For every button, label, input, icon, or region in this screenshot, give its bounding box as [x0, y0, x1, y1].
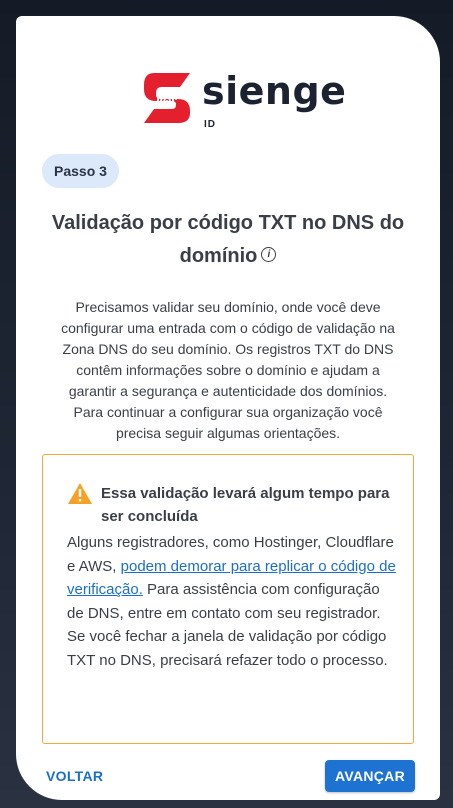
warning-body: Alguns registradores, como Hostinger, Cl…: [67, 531, 397, 672]
warning-triangle-icon: [68, 483, 92, 504]
validation-card: sienge ID Passo 3 Validação por código T…: [16, 16, 440, 800]
warning-box: Essa validação levará algum tempo para s…: [42, 454, 414, 744]
info-icon[interactable]: i: [261, 247, 277, 263]
sienge-logo: sienge ID: [140, 69, 346, 141]
sienge-fingerprint-icon: [144, 73, 190, 123]
back-button[interactable]: VOLTAR: [46, 761, 103, 791]
brand-wordmark: sienge: [202, 69, 347, 113]
next-button[interactable]: AVANÇAR: [325, 760, 415, 792]
warning-title: Essa validação levará algum tempo para s…: [101, 485, 390, 525]
description-text: Precisamos validar seu domínio, onde voc…: [61, 299, 395, 441]
page-title-text: Validação por código TXT no DNS do domín…: [51, 212, 405, 267]
step-badge: Passo 3: [42, 154, 119, 188]
page-title: Validação por código TXT no DNS do domín…: [36, 207, 420, 273]
brand-sub: ID: [204, 119, 216, 130]
